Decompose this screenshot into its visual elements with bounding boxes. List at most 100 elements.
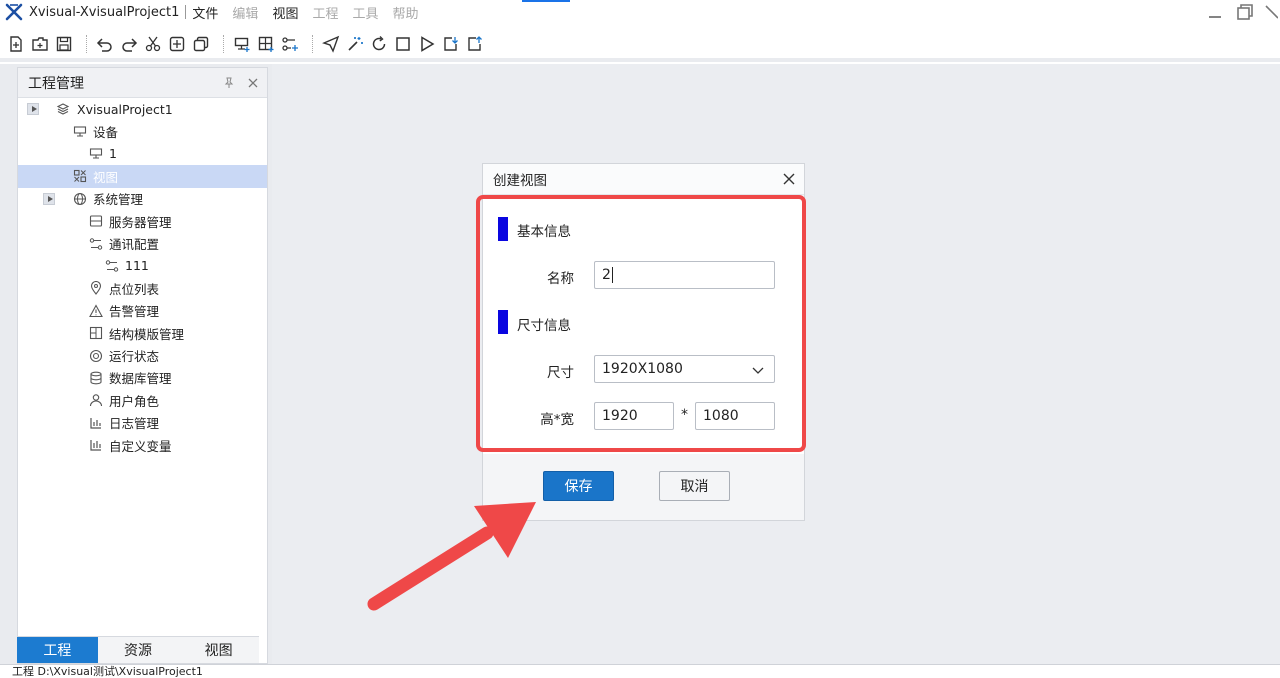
minimize-icon[interactable] <box>1202 0 1228 24</box>
device-icon <box>89 147 103 161</box>
comm-icon <box>105 259 119 273</box>
tree-item-logs[interactable]: 日志管理 <box>18 412 267 434</box>
chevron-down-icon <box>752 364 764 380</box>
times-sign: * <box>681 407 688 423</box>
section-marker <box>498 217 508 241</box>
open-folder-icon[interactable] <box>30 34 50 54</box>
tree-item-label: XvisualProject1 <box>77 101 173 117</box>
structure-icon <box>89 326 103 340</box>
tree-item-label: 服务器管理 <box>109 214 172 230</box>
tree-item-structure[interactable]: 结构模版管理 <box>18 322 267 344</box>
name-input[interactable]: 2 <box>594 261 775 289</box>
link-add-icon[interactable] <box>280 34 300 54</box>
project-panel-container: 工程管理 XvisualProject1 设备 1 视图 系统管理 服务器管理 … <box>0 64 272 664</box>
tree-item-views[interactable]: 视图 <box>18 165 267 188</box>
height-input[interactable]: 1920 <box>594 402 674 430</box>
title-bar: Xvisual-XvisualProject1 文件 编辑 视图 工程 工具 帮… <box>0 0 1280 24</box>
tree-item-comm[interactable]: 通讯配置 <box>18 232 267 254</box>
new-file-icon[interactable] <box>6 34 26 54</box>
section-basic-title: 基本信息 <box>517 224 571 240</box>
tree-item-label: 系统管理 <box>93 192 144 208</box>
width-input[interactable]: 1080 <box>695 402 775 430</box>
close-panel-icon[interactable] <box>239 78 267 88</box>
tree-item-servers[interactable]: 服务器管理 <box>18 210 267 232</box>
cut-icon[interactable] <box>143 34 163 54</box>
import-icon[interactable] <box>465 34 485 54</box>
width-value: 1080 <box>703 408 739 424</box>
cancel-button[interactable]: 取消 <box>659 471 730 501</box>
location-icon <box>89 281 103 296</box>
toolbar <box>0 30 1280 62</box>
tab-project[interactable]: 工程 <box>17 637 98 663</box>
tree-item-run-status[interactable]: 运行状态 <box>18 344 267 366</box>
size-select[interactable]: 1920X1080 <box>594 355 775 383</box>
log-icon <box>89 416 103 430</box>
tree-item-alarms[interactable]: 告警管理 <box>18 300 267 322</box>
save-icon[interactable] <box>54 34 74 54</box>
tree-item-label: 设备 <box>93 125 119 141</box>
stop-icon[interactable] <box>393 34 413 54</box>
tree-item-database[interactable]: 数据库管理 <box>18 367 267 389</box>
refresh-icon[interactable] <box>369 34 389 54</box>
expand-arrow-icon[interactable] <box>43 192 55 205</box>
undo-icon[interactable] <box>95 34 115 54</box>
close-icon[interactable] <box>780 170 798 188</box>
menu-project[interactable]: 工程 <box>312 3 338 22</box>
warning-icon <box>89 304 103 318</box>
status-text: 工程 D:\Xvisual测试\XvisualProject1 <box>12 665 203 678</box>
paste-icon[interactable] <box>191 34 211 54</box>
height-width-label: 高*宽 <box>540 412 574 428</box>
tree-item-label: 用户角色 <box>109 393 160 409</box>
text-cursor <box>611 267 613 283</box>
server-icon <box>89 214 103 228</box>
variable-icon <box>89 438 103 452</box>
database-icon <box>89 371 103 385</box>
comm-icon <box>89 237 103 251</box>
pin-icon[interactable] <box>219 77 239 89</box>
play-icon[interactable] <box>417 34 437 54</box>
menu-file[interactable]: 文件 <box>192 3 218 22</box>
device-icon <box>73 125 87 139</box>
redo-icon[interactable] <box>119 34 139 54</box>
send-icon[interactable] <box>321 34 341 54</box>
menu-view[interactable]: 视图 <box>272 3 298 22</box>
grid-add-icon[interactable] <box>256 34 276 54</box>
close-window-icon[interactable] <box>1262 0 1280 24</box>
tree-item-system[interactable]: 系统管理 <box>18 188 267 210</box>
app-logo-icon <box>3 2 25 22</box>
title-accent-strip <box>522 0 570 2</box>
toolbar-separator <box>223 35 224 53</box>
save-button[interactable]: 保存 <box>543 471 614 501</box>
create-view-dialog: 创建视图 基本信息 名称 2 尺寸信息 尺寸 1920X1080 高*宽 192… <box>482 163 805 521</box>
device-add-icon[interactable] <box>232 34 252 54</box>
dialog-title: 创建视图 <box>493 173 547 189</box>
magic-icon[interactable] <box>345 34 365 54</box>
tree-item-device-1[interactable]: 1 <box>18 143 267 165</box>
maximize-icon[interactable] <box>1232 0 1258 24</box>
tree-item-label: 点位列表 <box>109 281 160 297</box>
title-separator <box>185 5 187 19</box>
height-value: 1920 <box>602 408 638 424</box>
expand-arrow-icon[interactable] <box>27 103 39 116</box>
project-panel-title: 工程管理 <box>28 75 84 92</box>
tree-item-variables[interactable]: 自定义变量 <box>18 434 267 456</box>
tree-item-label: 自定义变量 <box>109 438 172 454</box>
globe-icon <box>73 192 87 206</box>
view-icon <box>73 169 87 183</box>
dialog-title-bar: 创建视图 <box>483 164 804 195</box>
tree-item-users[interactable]: 用户角色 <box>18 389 267 411</box>
tab-resources[interactable]: 资源 <box>98 637 179 663</box>
project-panel-header: 工程管理 <box>18 68 267 98</box>
copy-add-icon[interactable] <box>167 34 187 54</box>
menu-edit[interactable]: 编辑 <box>232 3 258 22</box>
tree-item-devices[interactable]: 设备 <box>18 120 267 142</box>
tab-views[interactable]: 视图 <box>178 637 259 663</box>
panel-tabs: 工程 资源 视图 <box>17 636 259 663</box>
tree-item-comm-111[interactable]: 111 <box>18 255 267 277</box>
menu-help[interactable]: 帮助 <box>392 3 418 22</box>
tree-item-project[interactable]: XvisualProject1 <box>18 98 267 120</box>
menu-tools[interactable]: 工具 <box>352 3 378 22</box>
export-icon[interactable] <box>441 34 461 54</box>
tree-item-points[interactable]: 点位列表 <box>18 277 267 299</box>
user-icon <box>89 393 103 407</box>
